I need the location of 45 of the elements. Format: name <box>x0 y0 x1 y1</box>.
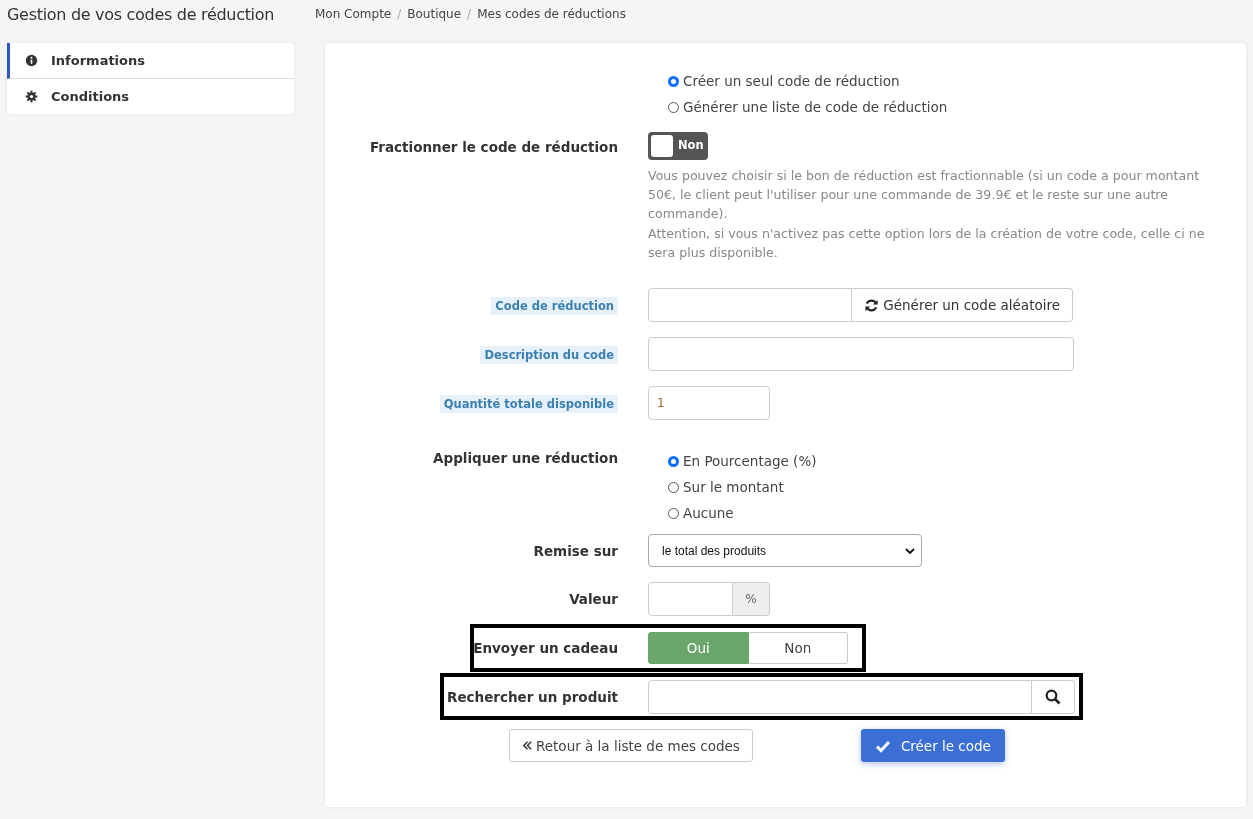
radio-option[interactable]: Aucune <box>668 505 734 521</box>
gear-icon <box>25 90 38 103</box>
back-button[interactable]: Retour à la liste de mes codes <box>509 729 753 762</box>
breadcrumb-link[interactable]: Mes codes de réductions <box>477 7 626 21</box>
field-label: Envoyer un cadeau <box>473 640 618 656</box>
sidebar-label: Conditions <box>51 89 130 104</box>
radio-option[interactable]: Créer un seul code de réduction <box>668 73 900 89</box>
search-input[interactable] <box>648 679 1032 714</box>
page-title: Gestion de vos codes de réduction <box>7 4 276 24</box>
unit-addon: % <box>733 582 770 616</box>
radio-option[interactable]: Générer une liste de code de réduction <box>668 99 948 115</box>
breadcrumb-link[interactable]: Mon Compte <box>315 7 392 21</box>
toggle-switch[interactable]: Non <box>648 132 708 160</box>
code-input[interactable] <box>648 288 853 322</box>
breadcrumb-separator: / <box>397 7 402 21</box>
value-input[interactable] <box>648 582 733 616</box>
quantity-input[interactable]: 1 <box>648 386 770 420</box>
generate-button[interactable]: Générer un code aléatoire <box>852 288 1073 322</box>
refresh-icon <box>864 297 880 313</box>
field-label: Description du code <box>480 346 618 364</box>
field-label: Remise sur <box>533 542 618 559</box>
search-button[interactable] <box>1032 679 1075 714</box>
help-text: Attention, si vous n'activez pas cette option lors de la création de votre code, celle ci ne sera plus disponible. <box>648 224 1206 262</box>
sidebar-label: Informations <box>51 53 145 68</box>
help-text: Vous pouvez choisir si le bon de réduction est fractionnable (si un code a pour montant 50€, le client peut l'utiliser pour une commande de 39.9€ et le reste sur une autre commande). <box>648 167 1201 224</box>
sidebar-item[interactable]: Conditions <box>7 79 294 114</box>
sidebar-item[interactable]: Informations <box>7 43 294 79</box>
toggle-option[interactable]: Non <box>748 632 848 664</box>
radio-option[interactable]: En Pourcentage (%) <box>668 453 817 469</box>
description-input[interactable] <box>648 337 1074 371</box>
info-icon <box>25 54 38 67</box>
breadcrumb-separator: / <box>467 7 472 21</box>
field-label: Appliquer une réduction <box>433 450 618 466</box>
radio-option[interactable]: Sur le montant <box>668 479 784 495</box>
field-label: Quantité totale disponible <box>439 395 618 413</box>
field-label: Code de réduction <box>491 297 618 315</box>
breadcrumb-link[interactable]: Boutique <box>407 7 462 21</box>
search-icon <box>1045 688 1061 705</box>
field-label: Valeur <box>569 591 618 607</box>
chevron-icon <box>905 547 915 554</box>
discount-select[interactable]: le total des produits <box>648 534 922 567</box>
double-chevron-icon <box>522 740 533 751</box>
field-label: Fractionner le code de réduction <box>369 138 618 155</box>
field-label: Rechercher un produit <box>447 688 618 705</box>
create-button[interactable]: Créer le code <box>860 729 1005 762</box>
